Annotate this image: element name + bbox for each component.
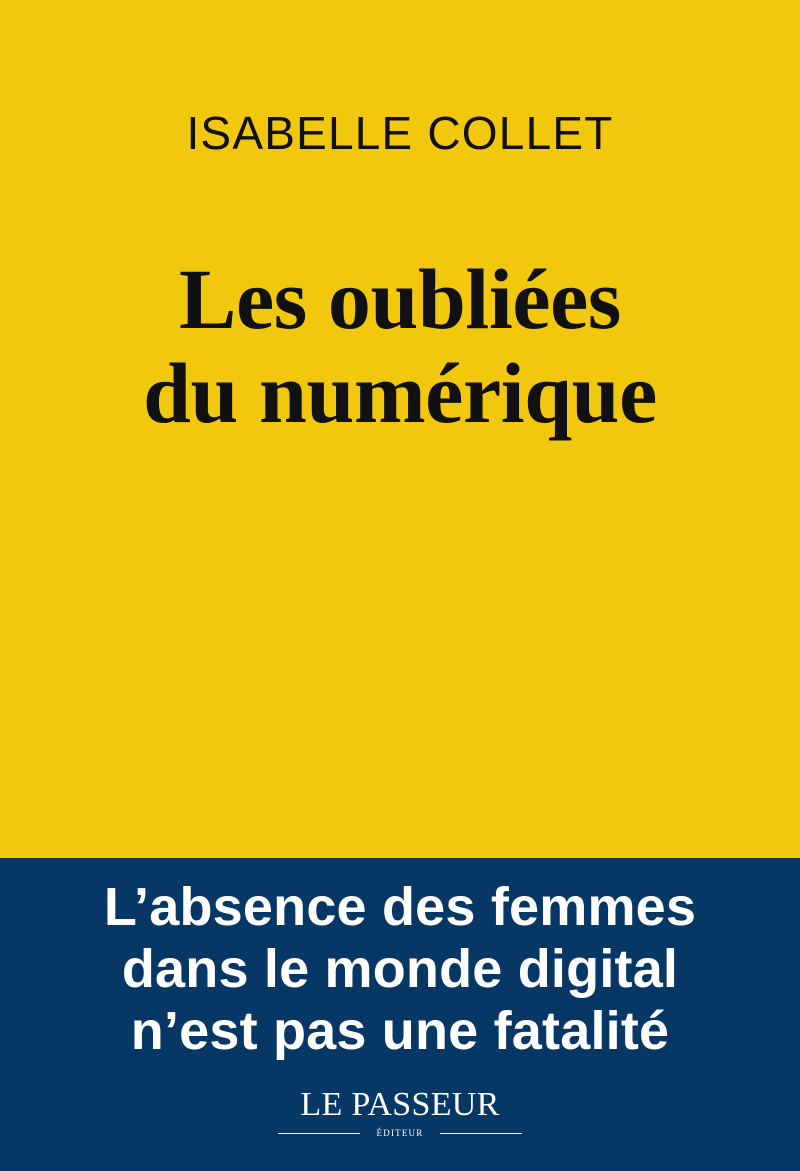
publisher-name: LE PASSEUR	[300, 1086, 500, 1123]
publisher-subtitle: ÉDITEUR	[376, 1128, 424, 1138]
publisher-logo: LE PASSEUR ÉDITEUR	[0, 1087, 800, 1143]
publisher-subtitle-row: ÉDITEUR	[278, 1123, 522, 1143]
subtitle-line-2: dans le monde digital	[121, 939, 679, 999]
title-line-1: Les oubliées	[179, 251, 621, 347]
book-subtitle: L’absence des femmes dans le monde digit…	[0, 876, 800, 1062]
publisher-rule-right	[440, 1133, 522, 1134]
subtitle-line-3: n’est pas une fatalité	[130, 1001, 670, 1061]
title-line-2: du numérique	[143, 345, 657, 441]
author-name: ISABELLE COLLET	[186, 107, 614, 159]
publisher-rule-left	[278, 1133, 360, 1134]
book-title: Les oubliées du numérique	[0, 252, 800, 440]
subtitle-line-1: L’absence des femmes	[103, 877, 697, 937]
book-cover: ISABELLE COLLET Les oubliées du numériqu…	[0, 0, 800, 1171]
